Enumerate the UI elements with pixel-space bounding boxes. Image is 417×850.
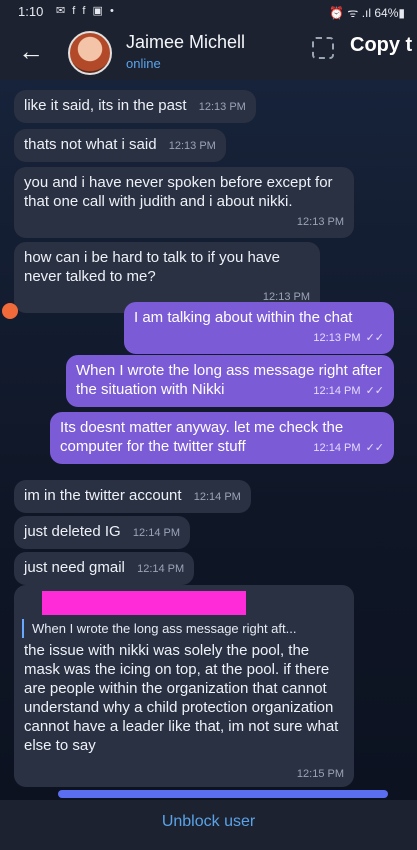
message-time: 12:14 PM: [313, 442, 361, 454]
message-text: how can i be hard to talk to if you have…: [24, 249, 280, 285]
message-time: 12:14 PM: [137, 563, 185, 575]
status-time: 1:10: [18, 4, 44, 19]
message-time: 12:14 PM: [132, 527, 180, 539]
avatar[interactable]: [68, 31, 112, 75]
message-time: 12:13 PM: [168, 140, 216, 152]
message-list[interactable]: like it said, its in the past 12:13 PM t…: [0, 80, 417, 800]
chat-header: ← Jaimee Michell online Copy t: [0, 24, 417, 80]
message-text: you and i have never spoken before excep…: [24, 174, 333, 210]
message-text: the issue with nikki was solely the pool…: [24, 642, 339, 754]
back-arrow-icon[interactable]: ←: [18, 36, 44, 66]
message-text: just deleted IG: [24, 523, 121, 540]
message-incoming[interactable]: like it said, its in the past 12:13 PM: [14, 90, 256, 123]
message-incoming[interactable]: just deleted IG 12:14 PM: [14, 516, 190, 549]
reply-quote[interactable]: When I wrote the long ass message right …: [22, 619, 342, 638]
message-incoming[interactable]: thats not what i said 12:13 PM: [14, 129, 226, 162]
message-time: 12:13 PM: [296, 216, 344, 228]
message-time: 12:15 PM: [296, 768, 344, 780]
call-icon: [2, 303, 18, 319]
read-receipt-icon: ✓✓: [365, 332, 384, 344]
unblock-user-button[interactable]: Unblock user: [0, 813, 417, 831]
message-outgoing[interactable]: Its doesnt matter anyway. let me check t…: [50, 412, 394, 464]
message-text: I am talking about within the chat: [134, 309, 353, 326]
message-text: thats not what i said: [24, 136, 157, 153]
contact-name[interactable]: Jaimee Michell: [126, 32, 245, 53]
message-outgoing[interactable]: I am talking about within the chat 12:13…: [124, 302, 394, 354]
message-outgoing[interactable]: When I wrote the long ass message right …: [66, 355, 394, 407]
bubble-edge: [58, 790, 388, 798]
message-time: 12:13 PM: [198, 101, 246, 113]
message-time-status: 12:14 PM ✓✓: [313, 382, 384, 401]
message-incoming[interactable]: just need gmail 12:14 PM: [14, 552, 195, 585]
message-text: like it said, its in the past: [24, 97, 187, 114]
bottom-bar: Unblock user: [0, 790, 417, 850]
scan-text-icon[interactable]: [312, 37, 334, 59]
read-receipt-icon: ✓✓: [365, 385, 384, 397]
message-time: 12:14 PM: [193, 491, 241, 503]
notification-icons: ✉ f f ▣ •: [56, 5, 116, 17]
message-time: 12:13 PM: [313, 332, 361, 344]
status-bar: 1:10 ✉ f f ▣ • ⏰ ᯤ .ıl 64%▮: [0, 0, 417, 24]
message-text: im in the twitter account: [24, 487, 182, 504]
read-receipt-icon: ✓✓: [365, 442, 384, 454]
message-time-status: 12:13 PM ✓✓: [313, 329, 384, 348]
system-icons: ⏰ ᯤ .ıl 64%▮: [329, 6, 405, 20]
message-time-status: 12:14 PM ✓✓: [313, 439, 384, 458]
message-incoming[interactable]: you and i have never spoken before excep…: [14, 167, 354, 238]
redacted-reply-author: [42, 591, 246, 615]
message-incoming[interactable]: im in the twitter account 12:14 PM: [14, 480, 251, 513]
copy-text-button[interactable]: Copy t: [350, 34, 412, 57]
message-incoming-reply[interactable]: When I wrote the long ass message right …: [14, 585, 354, 787]
message-text: just need gmail: [24, 559, 125, 576]
message-time: 12:14 PM: [313, 385, 361, 397]
contact-status: online: [126, 56, 161, 71]
